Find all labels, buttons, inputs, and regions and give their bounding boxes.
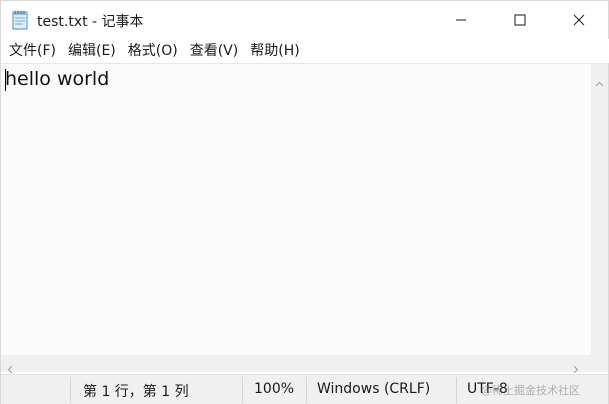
status-divider — [456, 377, 457, 403]
scrollbar-corner — [591, 355, 608, 372]
close-icon — [573, 11, 585, 30]
notepad-window: test.txt - 记事本 文件(F) 编辑(E) 格式(O) 查看(V) 帮… — [0, 0, 609, 404]
status-divider — [70, 377, 71, 403]
close-button[interactable] — [549, 1, 609, 39]
watermark: @稀土掘金技术社区 — [481, 384, 580, 397]
text-editor[interactable]: hello world — [1, 63, 608, 355]
minimize-button[interactable] — [431, 1, 491, 39]
status-divider — [306, 377, 307, 403]
menu-view[interactable]: 查看(V) — [184, 39, 245, 63]
status-divider — [242, 377, 243, 403]
vertical-scrollbar[interactable] — [591, 64, 608, 355]
horizontal-scrollbar[interactable] — [1, 355, 591, 374]
menu-bar: 文件(F) 编辑(E) 格式(O) 查看(V) 帮助(H) — [1, 39, 609, 63]
title-bar[interactable]: test.txt - 记事本 — [1, 1, 608, 39]
menu-format[interactable]: 格式(O) — [122, 39, 184, 63]
text-caret — [5, 69, 6, 91]
cursor-position: 第 1 行，第 1 列 — [83, 384, 189, 400]
minimize-icon — [455, 11, 467, 30]
menu-file[interactable]: 文件(F) — [3, 39, 62, 63]
menu-edit[interactable]: 编辑(E) — [62, 39, 122, 63]
chevron-up-icon[interactable] — [595, 72, 604, 91]
menu-help[interactable]: 帮助(H) — [244, 39, 305, 63]
maximize-button[interactable] — [490, 1, 550, 39]
notepad-icon[interactable] — [11, 10, 30, 30]
editor-content[interactable]: hello world — [5, 68, 109, 90]
line-ending: Windows (CRLF) — [317, 381, 431, 397]
maximize-icon — [514, 11, 526, 30]
zoom-level: 100% — [254, 381, 295, 397]
window-title: test.txt - 记事本 — [37, 14, 144, 30]
status-bar: 第 1 行，第 1 列 100% Windows (CRLF) UTF-8 @稀… — [1, 374, 608, 404]
